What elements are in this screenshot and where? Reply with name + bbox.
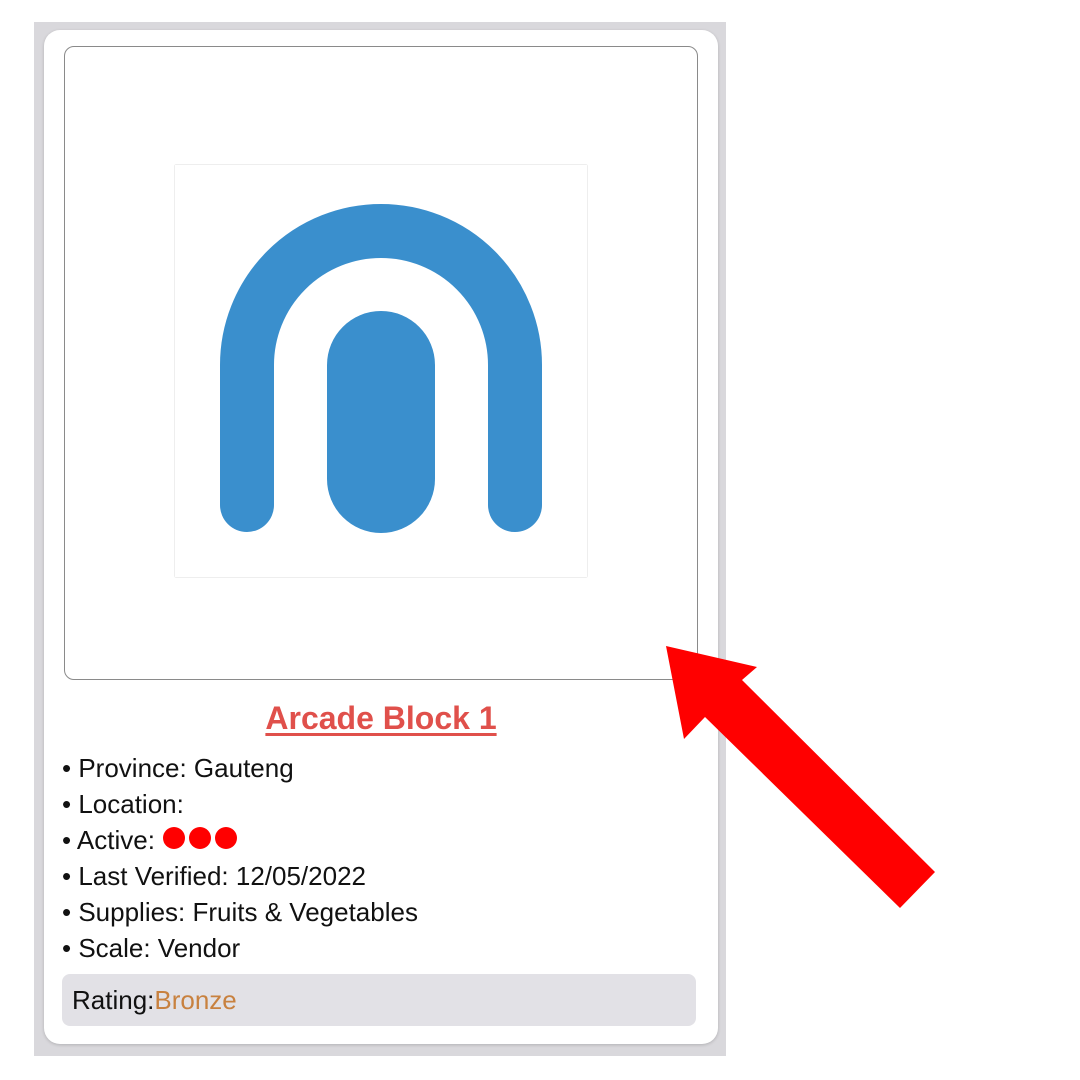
detail-location: • Location: xyxy=(62,789,184,819)
rating-label: Rating: xyxy=(72,985,155,1015)
rating-value: Bronze xyxy=(154,985,237,1015)
screenshot-canvas: Arcade Block 1 • Province: Gauteng • Loc… xyxy=(0,0,1080,1080)
vendor-details-list: • Province: Gauteng • Location: • Active… xyxy=(62,750,418,966)
arch-logo-icon xyxy=(220,204,542,533)
detail-last-verified: • Last Verified: 12/05/2022 xyxy=(62,861,366,891)
image-frame xyxy=(64,46,698,680)
detail-active: • Active: xyxy=(62,822,418,858)
rating-bar: Rating:Bronze xyxy=(62,974,696,1026)
logo-image[interactable] xyxy=(175,165,587,577)
active-dot xyxy=(162,827,185,850)
detail-active-label: • Active: xyxy=(62,825,155,855)
active-indicator-dots xyxy=(162,822,241,858)
detail-scale: • Scale: Vendor xyxy=(62,933,241,963)
active-dot xyxy=(214,827,237,850)
detail-supplies: • Supplies: Fruits & Vegetables xyxy=(62,897,418,927)
detail-province: • Province: Gauteng xyxy=(62,753,294,783)
active-dot xyxy=(188,827,211,850)
vendor-card: Arcade Block 1 • Province: Gauteng • Loc… xyxy=(44,30,718,1044)
vendor-title-link[interactable]: Arcade Block 1 xyxy=(44,700,718,737)
